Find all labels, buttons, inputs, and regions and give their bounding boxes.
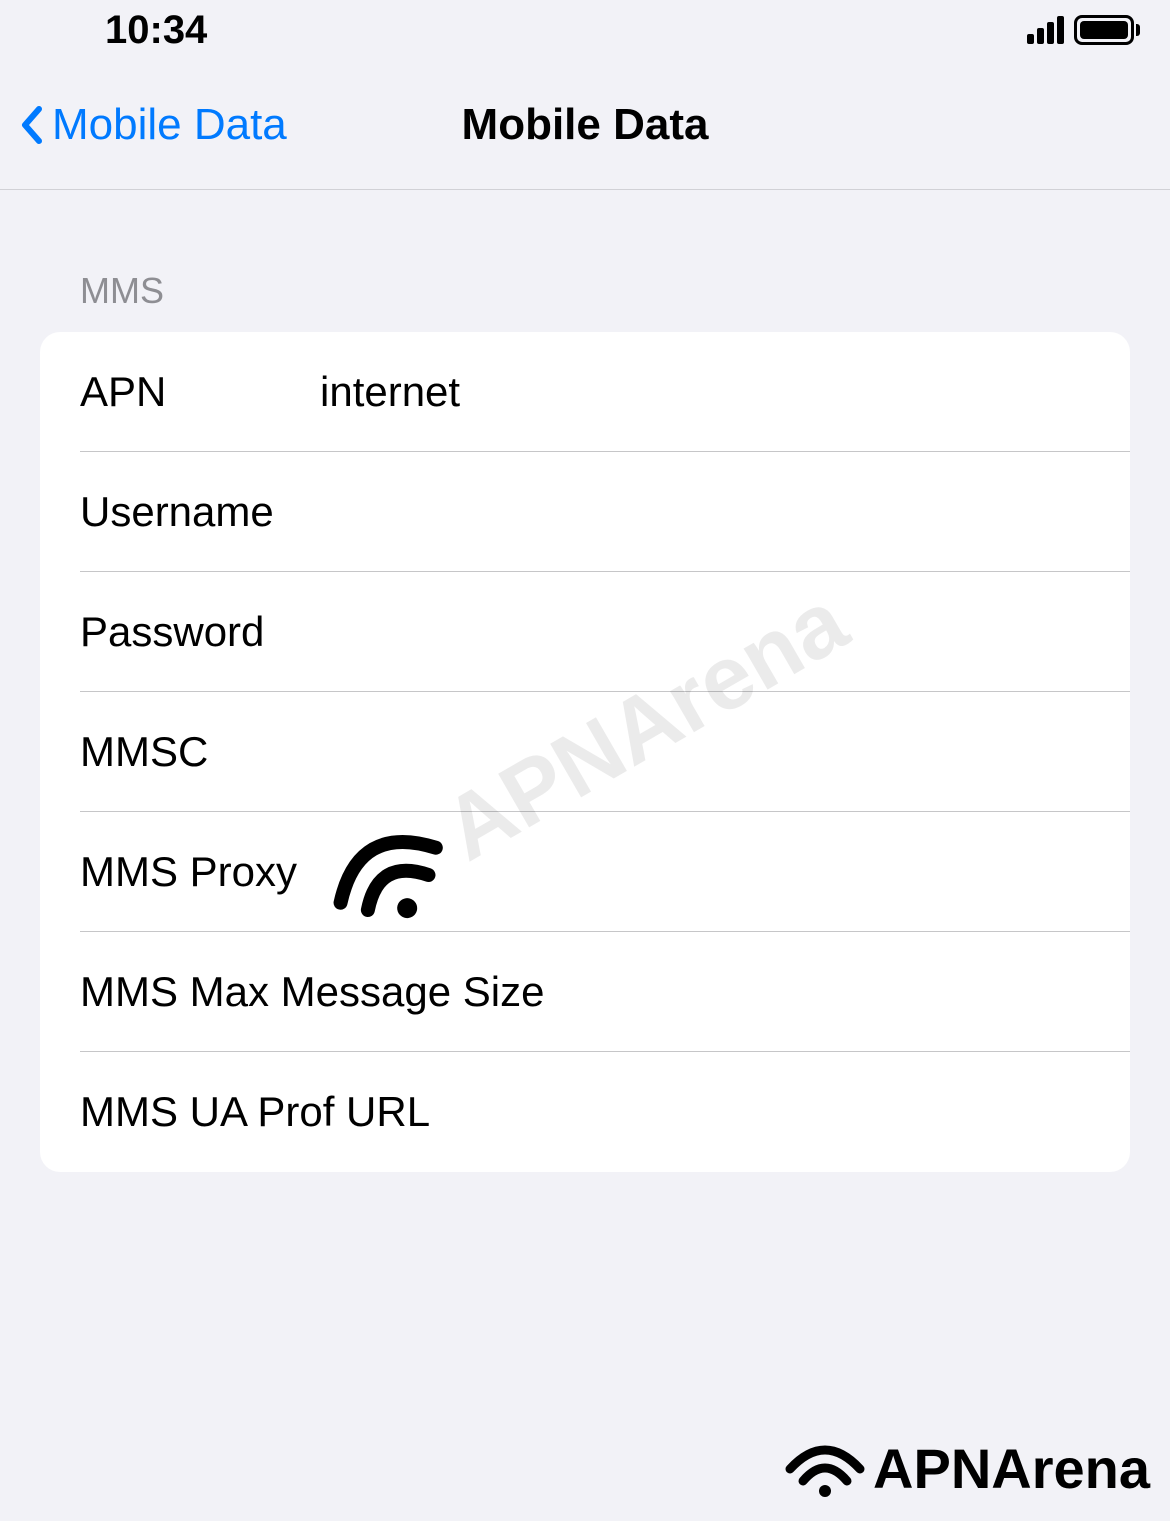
apn-row[interactable]: APN — [40, 332, 1130, 452]
username-row[interactable]: Username — [40, 452, 1130, 572]
wifi-icon — [785, 1439, 865, 1499]
mms-proxy-label: MMS Proxy — [80, 848, 297, 896]
battery-icon — [1074, 15, 1140, 45]
page-title: Mobile Data — [462, 100, 709, 150]
mms-max-size-row[interactable]: MMS Max Message Size — [40, 932, 1130, 1052]
password-input[interactable] — [320, 608, 1090, 656]
mms-max-size-input[interactable] — [544, 968, 1090, 1016]
mmsc-label: MMSC — [80, 728, 320, 776]
back-button-label: Mobile Data — [52, 100, 287, 150]
navigation-bar: Mobile Data Mobile Data — [0, 60, 1170, 190]
apn-label: APN — [80, 368, 320, 416]
status-bar: 10:34 — [0, 0, 1170, 60]
password-row[interactable]: Password — [40, 572, 1130, 692]
footer-logo-text: APNArena — [873, 1436, 1150, 1501]
cellular-signal-icon — [1027, 16, 1064, 44]
back-button[interactable]: Mobile Data — [20, 100, 287, 150]
section-header-mms: MMS — [0, 190, 1170, 332]
status-indicators — [1027, 15, 1140, 45]
mms-proxy-row[interactable]: MMS Proxy — [40, 812, 1130, 932]
mms-settings-group: APN Username Password MMSC MMS Proxy MMS… — [40, 332, 1130, 1172]
mms-proxy-input[interactable] — [297, 848, 1090, 896]
username-label: Username — [80, 488, 320, 536]
apn-input[interactable] — [320, 368, 1090, 416]
password-label: Password — [80, 608, 320, 656]
mms-max-size-label: MMS Max Message Size — [80, 968, 544, 1016]
mmsc-input[interactable] — [320, 728, 1090, 776]
mms-ua-prof-label: MMS UA Prof URL — [80, 1088, 430, 1136]
mmsc-row[interactable]: MMSC — [40, 692, 1130, 812]
footer-logo: APNArena — [785, 1436, 1150, 1501]
mms-ua-prof-input[interactable] — [430, 1088, 1090, 1136]
status-time: 10:34 — [30, 8, 207, 53]
username-input[interactable] — [320, 488, 1090, 536]
chevron-left-icon — [20, 105, 44, 145]
mms-ua-prof-row[interactable]: MMS UA Prof URL — [40, 1052, 1130, 1172]
